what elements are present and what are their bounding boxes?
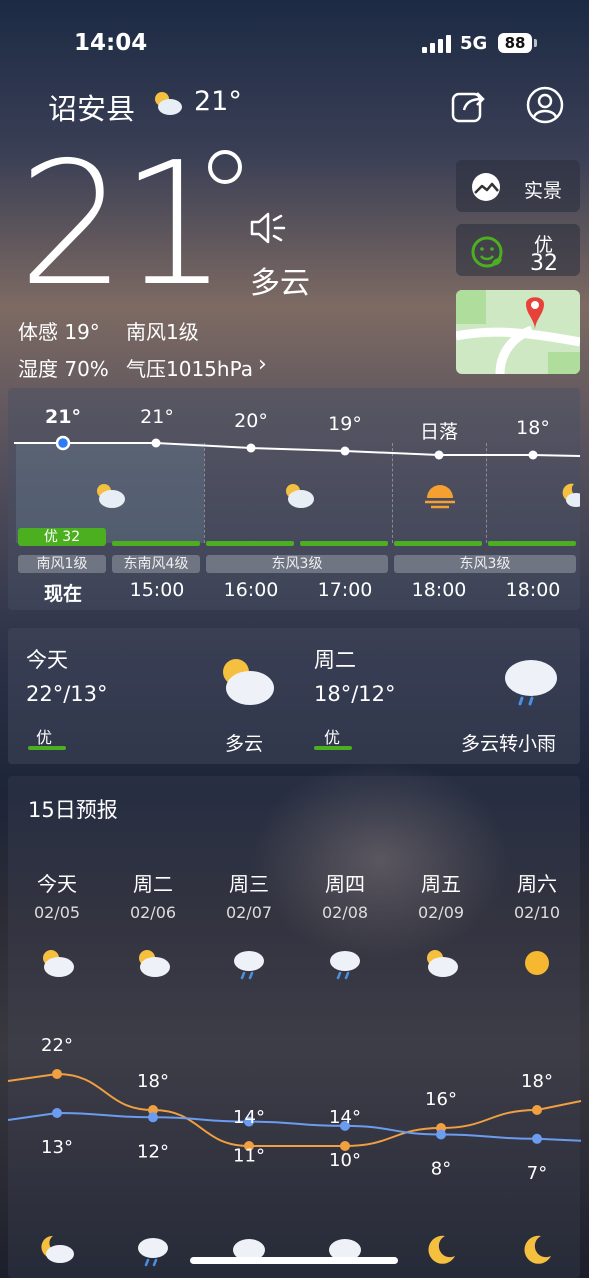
- low-temp-label: 8°: [431, 1159, 451, 1180]
- light-rain-icon: [330, 951, 360, 980]
- high-temp-label: 18°: [521, 1071, 553, 1092]
- high-temp-line: [7, 1072, 582, 1148]
- low-temp-label: 10°: [329, 1150, 361, 1171]
- low-temp-label: 13°: [41, 1137, 73, 1158]
- home-indicator[interactable]: [190, 1257, 398, 1264]
- forecast-temp-chart: 22° 18° 14° 14° 16° 18° 13° 12° 11° 10° 8° 7°: [7, 950, 582, 1267]
- moon-icon: [428, 1235, 455, 1264]
- partly-cloudy-icon: [139, 950, 170, 977]
- moon-icon: [524, 1235, 551, 1264]
- low-temp-line-point: [532, 1133, 542, 1144]
- partly-cloudy-icon: [427, 950, 458, 977]
- high-temp-label: 18°: [137, 1071, 169, 1092]
- rain-icon: [234, 951, 264, 980]
- low-temp-label: 11°: [233, 1146, 265, 1167]
- rain-icon: [138, 1238, 168, 1267]
- low-temp-line-point: [52, 1108, 62, 1118]
- high-temp-label: 14°: [233, 1107, 265, 1128]
- low-temp-line-point: [436, 1129, 446, 1140]
- high-temp-label: 22°: [41, 1035, 73, 1056]
- low-temp-line-point: [148, 1112, 158, 1123]
- low-temp-label: 7°: [527, 1163, 547, 1184]
- high-temp-label: 16°: [425, 1089, 457, 1110]
- high-temp-line-point: [532, 1105, 542, 1115]
- low-temp-label: 12°: [137, 1141, 169, 1162]
- cloudy-night-icon: [41, 1235, 74, 1263]
- sunny-icon: [525, 951, 549, 975]
- high-temp-label: 14°: [329, 1107, 361, 1128]
- high-temp-line-point: [52, 1069, 62, 1079]
- partly-cloudy-icon: [43, 950, 74, 977]
